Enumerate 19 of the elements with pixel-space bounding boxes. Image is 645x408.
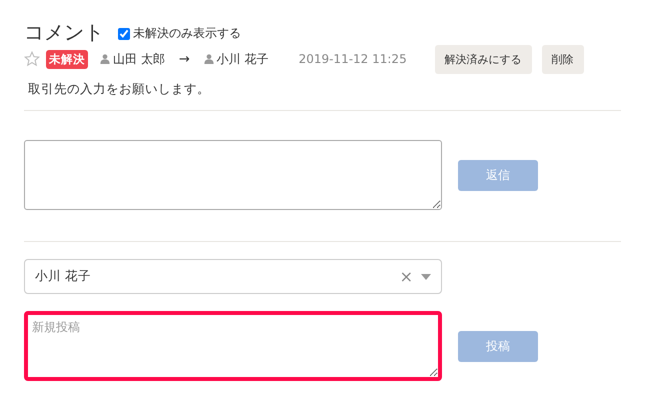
assignee-select[interactable]: 小川 花子 × [24,259,442,294]
comment-time: 2019-11-12 11:25 [298,52,407,66]
clear-icon[interactable]: × [400,267,413,286]
author-name: 山田 太郎 [113,50,165,68]
user-icon [204,54,214,64]
resolve-button[interactable]: 解決済みにする [434,44,532,74]
delete-button[interactable]: 削除 [542,44,584,74]
recipient-name: 小川 花子 [216,50,269,68]
post-field[interactable]: 新規投稿 [24,311,442,381]
star-icon[interactable] [24,51,40,67]
user-icon [100,54,110,64]
filter-label[interactable]: 未解決のみ表示する [133,25,241,42]
filter-checkbox[interactable] [118,28,130,40]
caret-icon[interactable] [421,274,431,280]
comment-text: 取引先の入力をお願いします。 [28,81,211,98]
reply-field[interactable] [24,140,442,210]
page-title: コメント [24,20,104,44]
arrow-text: → [178,52,190,66]
status-badge: 未解決 [46,50,88,68]
